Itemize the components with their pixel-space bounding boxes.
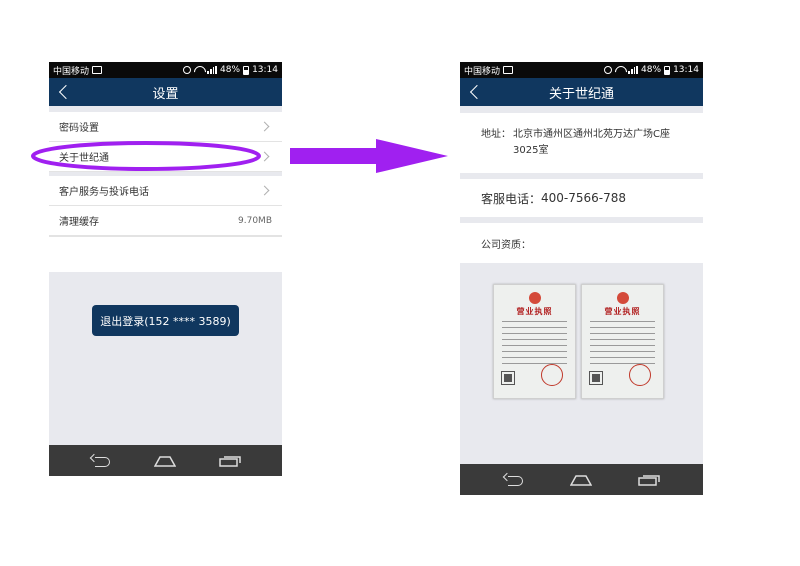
- red-seal-icon: [541, 364, 563, 386]
- alarm-icon: [183, 66, 192, 74]
- nav-recent-apps-icon[interactable]: [219, 455, 241, 467]
- alarm-icon: [604, 66, 613, 74]
- national-emblem-icon: [617, 292, 629, 304]
- battery-percent: 48%: [641, 65, 662, 75]
- nav-back-icon[interactable]: [503, 474, 525, 486]
- title-bar: 关于世纪通: [460, 78, 703, 106]
- back-arrow-icon[interactable]: [58, 84, 74, 100]
- customer-phone-row[interactable]: 客服电话： 400-7566-788: [460, 179, 703, 217]
- image-notification-icon: [503, 66, 514, 74]
- clock: 13:14: [673, 65, 699, 75]
- nav-home-icon[interactable]: [570, 474, 593, 486]
- phone-label: 客服电话：: [481, 191, 542, 206]
- certificate-gallery: 营业执照 营业执照: [493, 284, 664, 399]
- phone-number: 400-7566-788: [541, 191, 627, 205]
- address-value: 北京市通州区通州北苑万达广场C座3025室: [513, 129, 670, 156]
- business-license-image[interactable]: 营业执照: [493, 284, 576, 399]
- settings-screen: 中国移动 48% 13:14 设置 密码设置 关于世纪通 客户服务与投诉电话 清…: [49, 62, 282, 476]
- national-emblem-icon: [529, 292, 541, 304]
- clear-cache-row[interactable]: 清理缓存 9.70MB: [49, 206, 282, 236]
- android-nav-bar: [49, 445, 282, 476]
- clock: 13:14: [252, 65, 278, 75]
- logout-button[interactable]: 退出登录(152 **** 3589): [92, 305, 239, 336]
- battery-icon: [664, 65, 671, 75]
- nav-back-icon[interactable]: [90, 455, 112, 467]
- status-bar: 中国移动 48% 13:14: [49, 62, 282, 78]
- red-seal-icon: [629, 364, 651, 386]
- certificate-title: 营业执照: [516, 307, 553, 316]
- clear-cache-label: 清理缓存: [59, 217, 99, 228]
- qualification-label: 公司资质：: [481, 239, 531, 251]
- certificate-text-lines: [502, 321, 567, 369]
- navigation-arrow-annotation: [290, 139, 448, 173]
- carrier-label: 中国移动: [464, 66, 501, 77]
- menu-item-label: 密码设置: [59, 123, 99, 134]
- menu-item-customer-service[interactable]: 客户服务与投诉电话: [49, 176, 282, 206]
- battery-icon: [243, 65, 250, 75]
- qr-code-icon: [589, 371, 603, 385]
- nav-recent-apps-icon[interactable]: [638, 474, 660, 486]
- back-arrow-icon[interactable]: [469, 84, 485, 100]
- chevron-right-icon: [259, 121, 270, 132]
- nav-home-icon[interactable]: [154, 455, 177, 467]
- battery-percent: 48%: [220, 65, 241, 75]
- signal-icon: [207, 66, 218, 74]
- cache-size-value: 9.70MB: [238, 215, 272, 226]
- image-notification-icon: [92, 66, 103, 74]
- certificate-text-lines: [590, 321, 655, 369]
- about-screen: 中国移动 48% 13:14 关于世纪通 地址： 北京市通州区通州北苑万达广场C…: [460, 62, 703, 495]
- wifi-icon: [615, 66, 625, 74]
- carrier-label: 中国移动: [53, 66, 90, 77]
- qualification-header: 公司资质：: [460, 223, 703, 263]
- cache-section: 清理缓存 9.70MB: [49, 206, 282, 272]
- address-section: 地址： 北京市通州区通州北苑万达广场C座3025室: [460, 113, 703, 173]
- menu-item-label: 客户服务与投诉电话: [59, 187, 149, 198]
- wifi-icon: [194, 66, 204, 74]
- signal-icon: [628, 66, 639, 74]
- page-title: 关于世纪通: [548, 86, 614, 102]
- blank-panel: [49, 236, 282, 272]
- title-bar: 设置: [49, 78, 282, 106]
- page-title: 设置: [152, 86, 179, 102]
- chevron-right-icon: [259, 185, 270, 196]
- android-nav-bar: [460, 464, 703, 495]
- highlight-ellipse-annotation: [31, 141, 261, 171]
- status-bar: 中国移动 48% 13:14: [460, 62, 703, 78]
- business-license-image[interactable]: 营业执照: [581, 284, 664, 399]
- address-label: 地址：: [481, 129, 511, 140]
- certificate-title: 营业执照: [604, 307, 641, 316]
- qr-code-icon: [501, 371, 515, 385]
- menu-item-password-settings[interactable]: 密码设置: [49, 112, 282, 142]
